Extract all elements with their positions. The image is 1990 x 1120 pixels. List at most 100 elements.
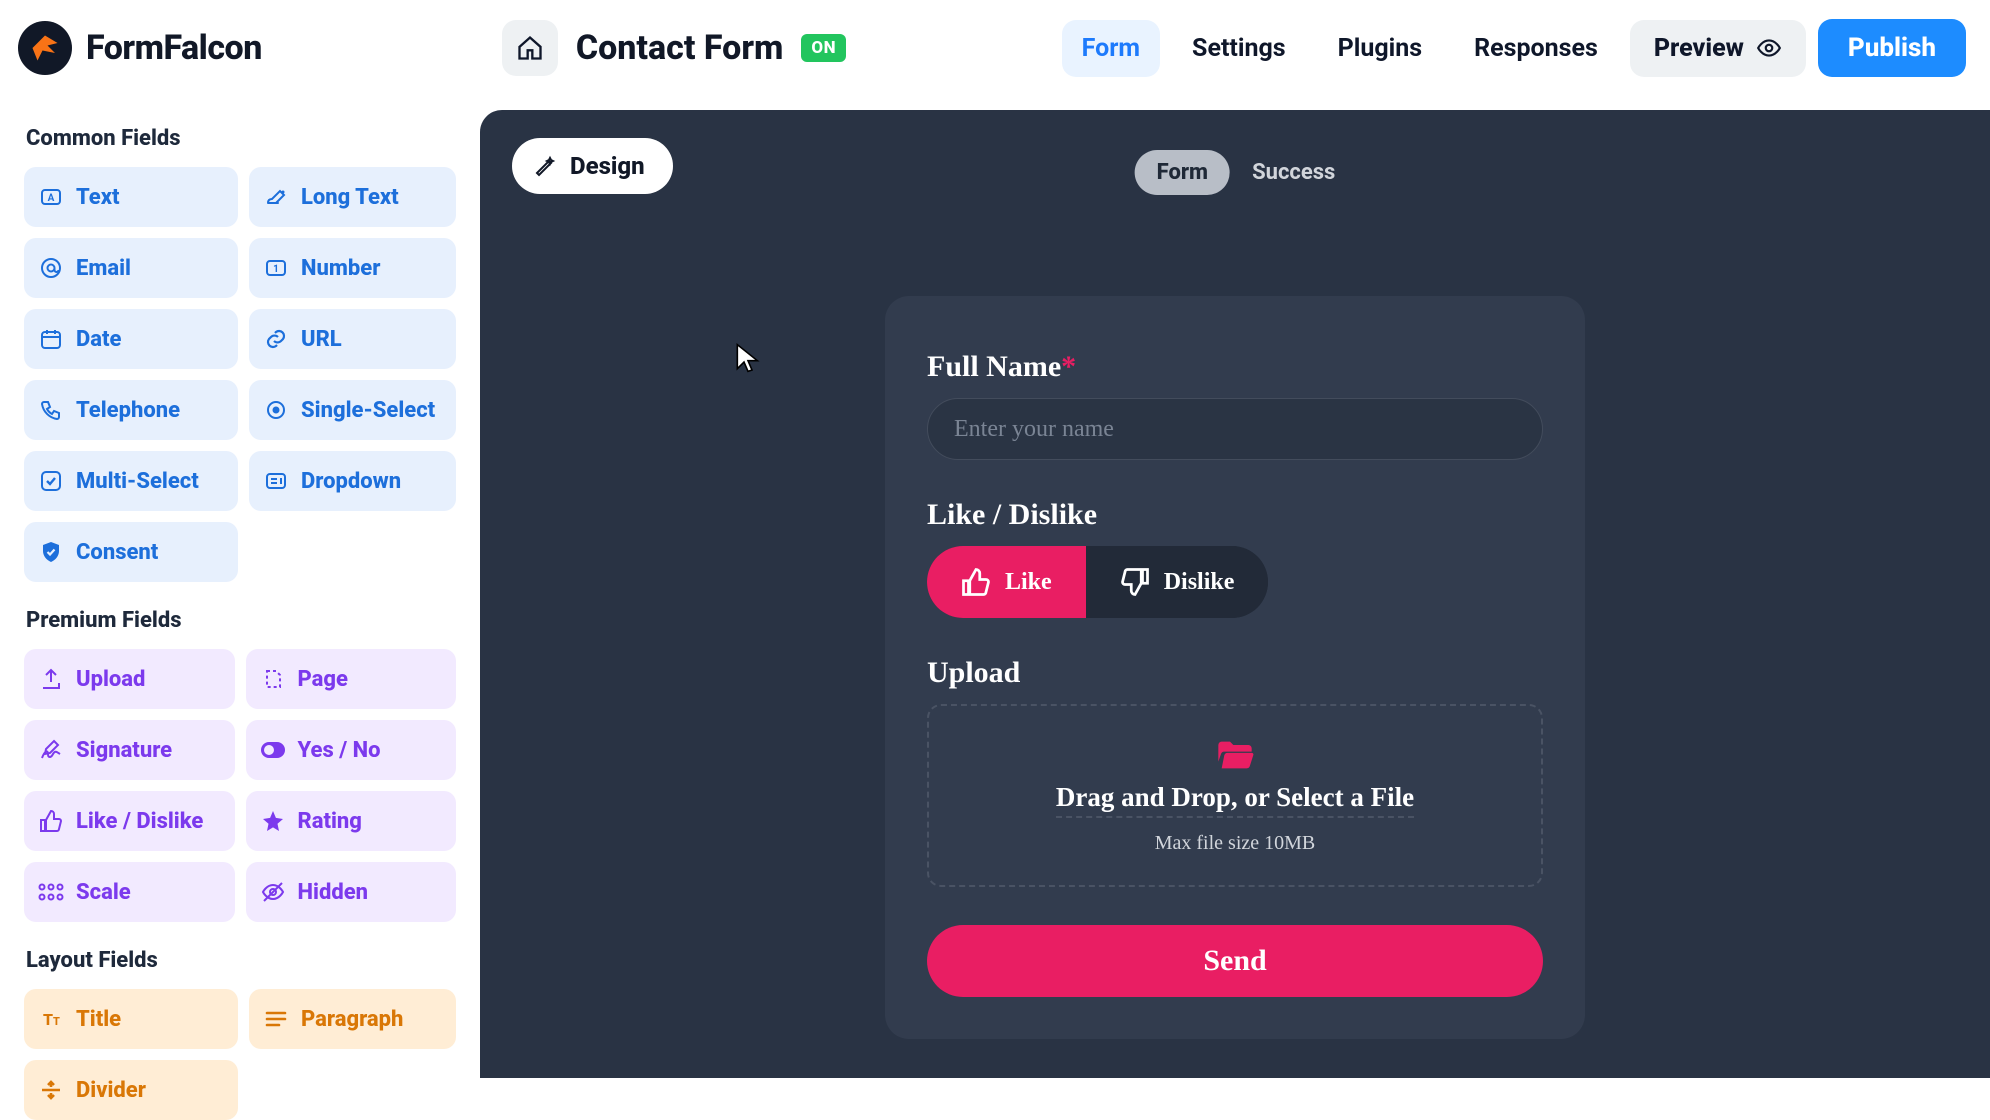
- field-label: Telephone: [76, 398, 180, 423]
- dislike-button[interactable]: Dislike: [1086, 546, 1269, 618]
- field-label: Number: [301, 256, 380, 281]
- upload-hint-main: Drag and Drop, or Select a File: [1056, 782, 1414, 818]
- form-group-likedislike: Like / Dislike Like Dislike: [927, 498, 1543, 618]
- field-label: Text: [76, 185, 120, 210]
- premium-fields-grid: Upload Page Signature Yes / No Like / Di…: [24, 649, 456, 922]
- header-title-group: Contact Form ON: [502, 20, 846, 76]
- sidebar: Common Fields A Text Long Text Email 1 N…: [0, 96, 480, 1078]
- magic-wand-icon: [532, 154, 556, 178]
- thumb-icon: [38, 808, 64, 834]
- field-long-text[interactable]: Long Text: [249, 167, 456, 227]
- home-icon: [516, 34, 544, 62]
- form-canvas: Design Form Success Full Name* Like / Di…: [480, 110, 1990, 1078]
- field-text[interactable]: A Text: [24, 167, 238, 227]
- field-label: Like / Dislike: [76, 809, 203, 834]
- app-name: FormFalcon: [86, 28, 262, 68]
- star-icon: [260, 808, 286, 834]
- preview-button[interactable]: Preview: [1630, 20, 1806, 77]
- field-yesno[interactable]: Yes / No: [246, 720, 457, 780]
- upload-dropzone[interactable]: Drag and Drop, or Select a File Max file…: [927, 704, 1543, 887]
- svg-text:1: 1: [273, 264, 279, 275]
- view-form[interactable]: Form: [1135, 150, 1230, 195]
- svg-text:T: T: [53, 1015, 60, 1028]
- field-label: Divider: [76, 1078, 146, 1103]
- field-label: Single-Select: [301, 398, 435, 423]
- form-group-upload: Upload Drag and Drop, or Select a File M…: [927, 656, 1543, 887]
- section-heading-common: Common Fields: [26, 126, 454, 151]
- field-label: Yes / No: [298, 738, 381, 763]
- field-page[interactable]: Page: [246, 649, 457, 709]
- field-label: Long Text: [301, 185, 399, 210]
- like-button[interactable]: Like: [927, 546, 1086, 618]
- folder-open-icon: [1215, 738, 1255, 772]
- dropdown-icon: [263, 468, 289, 494]
- layout-fields-grid: TT Title Paragraph Divider: [24, 989, 456, 1120]
- logo[interactable]: FormFalcon: [18, 21, 262, 75]
- field-label: Dropdown: [301, 469, 401, 494]
- field-label: Rating: [298, 809, 362, 834]
- title-icon: TT: [38, 1006, 64, 1032]
- field-label: Page: [298, 667, 348, 692]
- cursor-icon: [734, 342, 762, 374]
- signature-icon: [38, 737, 64, 763]
- page-icon: [260, 666, 286, 692]
- field-divider[interactable]: Divider: [24, 1060, 238, 1120]
- thumb-up-icon: [961, 567, 991, 597]
- number-icon: 1: [263, 255, 289, 281]
- view-success[interactable]: Success: [1252, 160, 1335, 185]
- header-right: Form Settings Plugins Responses Preview …: [1062, 19, 1966, 77]
- common-fields-grid: A Text Long Text Email 1 Number Dat: [24, 167, 456, 582]
- field-upload[interactable]: Upload: [24, 649, 235, 709]
- form-preview: Full Name* Like / Dislike Like Dislike: [885, 296, 1585, 1039]
- field-label: Hidden: [298, 880, 369, 905]
- field-label: Paragraph: [301, 1007, 403, 1032]
- field-label: Scale: [76, 880, 131, 905]
- fullname-input[interactable]: [927, 398, 1543, 460]
- url-icon: [263, 326, 289, 352]
- field-date[interactable]: Date: [24, 309, 238, 369]
- field-label: Multi-Select: [76, 469, 199, 494]
- field-label: Title: [76, 1007, 121, 1032]
- tab-responses[interactable]: Responses: [1454, 20, 1618, 77]
- thumb-down-icon: [1120, 567, 1150, 597]
- field-label: Date: [76, 327, 121, 352]
- view-toggle: Form Success: [1135, 150, 1336, 195]
- shield-icon: [38, 539, 64, 565]
- tab-settings[interactable]: Settings: [1172, 20, 1306, 77]
- required-star: *: [1061, 350, 1076, 383]
- field-scale[interactable]: Scale: [24, 862, 235, 922]
- field-title[interactable]: TT Title: [24, 989, 238, 1049]
- field-email[interactable]: Email: [24, 238, 238, 298]
- form-group-fullname: Full Name*: [927, 350, 1543, 460]
- header: FormFalcon Contact Form ON Form Settings…: [0, 0, 1990, 96]
- tab-plugins[interactable]: Plugins: [1318, 20, 1443, 77]
- tab-form[interactable]: Form: [1062, 20, 1160, 77]
- submit-button[interactable]: Send: [927, 925, 1543, 997]
- design-button[interactable]: Design: [512, 138, 673, 194]
- field-telephone[interactable]: Telephone: [24, 380, 238, 440]
- field-like-dislike[interactable]: Like / Dislike: [24, 791, 235, 851]
- home-button[interactable]: [502, 20, 558, 76]
- field-label-upload: Upload: [927, 656, 1543, 690]
- dislike-label: Dislike: [1164, 569, 1235, 596]
- field-url[interactable]: URL: [249, 309, 456, 369]
- field-signature[interactable]: Signature: [24, 720, 235, 780]
- field-label-fullname: Full Name*: [927, 350, 1543, 384]
- logo-mark-icon: [18, 21, 72, 75]
- field-consent[interactable]: Consent: [24, 522, 238, 582]
- field-label: Upload: [76, 667, 145, 692]
- publish-button[interactable]: Publish: [1818, 19, 1966, 77]
- field-hidden[interactable]: Hidden: [246, 862, 457, 922]
- field-dropdown[interactable]: Dropdown: [249, 451, 456, 511]
- field-label: URL: [301, 327, 342, 352]
- field-single-select[interactable]: Single-Select: [249, 380, 456, 440]
- field-paragraph[interactable]: Paragraph: [249, 989, 456, 1049]
- like-label: Like: [1005, 569, 1052, 596]
- field-label-likedislike: Like / Dislike: [927, 498, 1543, 532]
- form-title: Contact Form: [576, 28, 784, 68]
- field-rating[interactable]: Rating: [246, 791, 457, 851]
- field-number[interactable]: 1 Number: [249, 238, 456, 298]
- preview-label: Preview: [1654, 34, 1744, 63]
- field-multi-select[interactable]: Multi-Select: [24, 451, 238, 511]
- hidden-icon: [260, 879, 286, 905]
